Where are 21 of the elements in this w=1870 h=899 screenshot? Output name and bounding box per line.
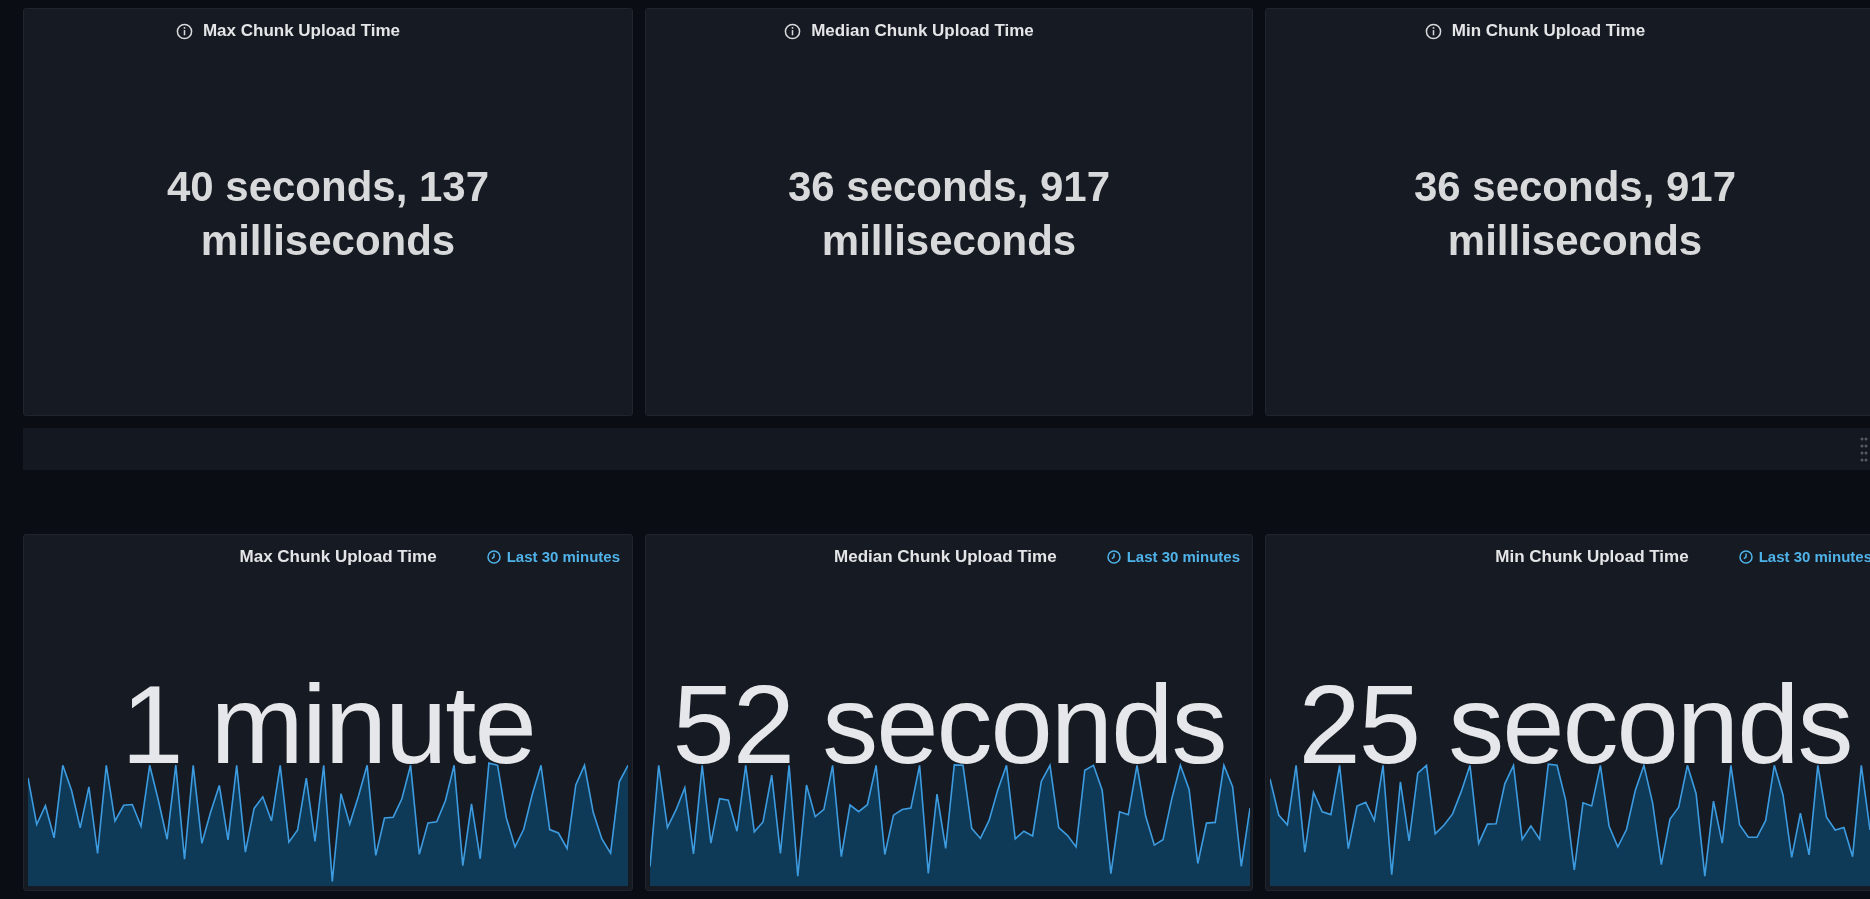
info-icon[interactable] bbox=[175, 22, 193, 40]
panel-title: Max Chunk Upload Time bbox=[239, 546, 437, 569]
clock-icon bbox=[1106, 550, 1121, 564]
info-icon[interactable] bbox=[1424, 22, 1442, 40]
info-icon[interactable] bbox=[784, 22, 802, 40]
panel-title: Min Chunk Upload Time bbox=[1495, 546, 1689, 569]
panel-title: Median Chunk Upload Time bbox=[811, 20, 1034, 43]
stat-value: 36 seconds, 917 milliseconds bbox=[786, 162, 1112, 266]
stat-value: 40 seconds, 137 milliseconds bbox=[165, 162, 491, 266]
panel-title: Median Chunk Upload Time bbox=[834, 546, 1057, 569]
stat-value: 36 seconds, 917 milliseconds bbox=[1412, 162, 1738, 266]
stat-value: 1 minute bbox=[121, 664, 535, 785]
clock-icon bbox=[1738, 550, 1753, 564]
time-range-link[interactable]: Last 30 minutes bbox=[1106, 545, 1240, 569]
stat-value: 25 seconds bbox=[1298, 664, 1852, 785]
clock-icon bbox=[486, 550, 501, 564]
stat-value: 52 seconds bbox=[672, 664, 1226, 785]
time-range-link[interactable]: Last 30 minutes bbox=[486, 545, 620, 569]
panel-title: Max Chunk Upload Time bbox=[202, 20, 401, 43]
panel-title: Min Chunk Upload Time bbox=[1451, 20, 1646, 43]
drag-handle-icon[interactable] bbox=[1860, 436, 1868, 462]
